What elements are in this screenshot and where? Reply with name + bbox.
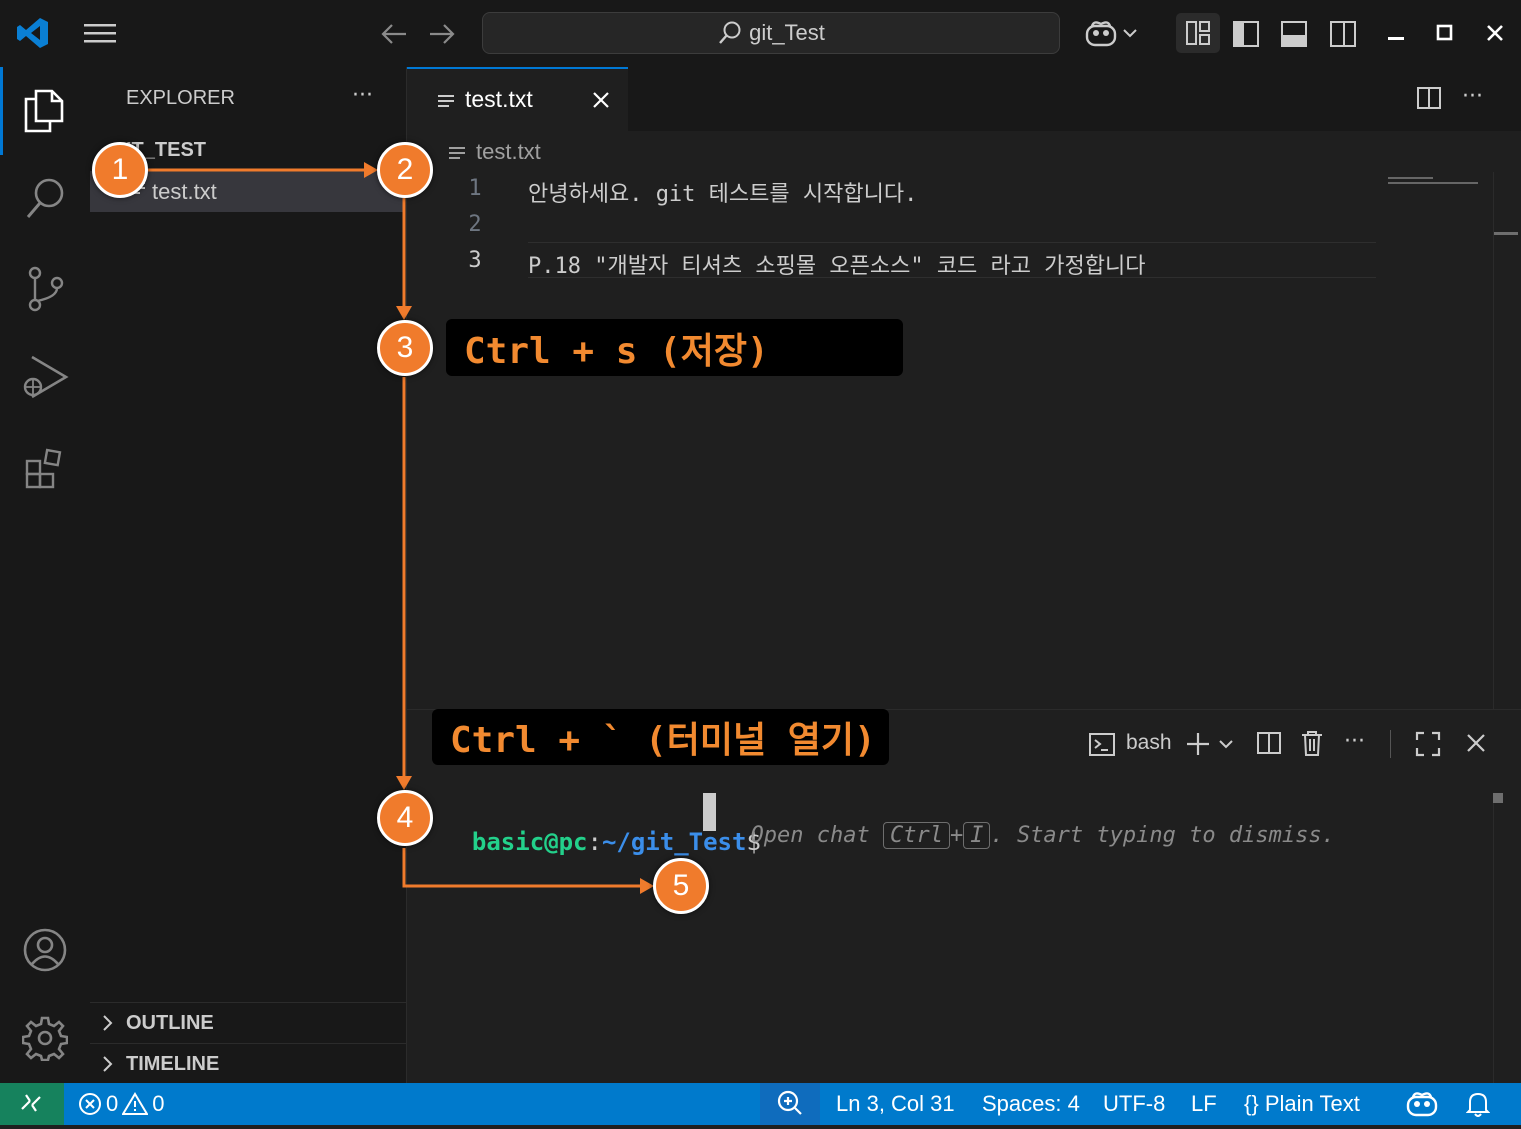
end-of-line[interactable]: LF <box>1191 1091 1217 1117</box>
encoding[interactable]: UTF-8 <box>1103 1091 1165 1117</box>
step-2-marker: 2 <box>377 142 433 198</box>
zoom-button[interactable] <box>760 1083 820 1125</box>
callout-open-terminal: Ctrl + ` (터미널 열기) <box>432 709 889 765</box>
notifications-bell-icon[interactable] <box>1466 1090 1490 1118</box>
warning-count: 0 <box>152 1091 165 1116</box>
error-count: 0 <box>106 1091 119 1116</box>
step-1-marker: 1 <box>92 142 148 198</box>
remote-indicator[interactable] <box>0 1083 64 1125</box>
cursor-position[interactable]: Ln 3, Col 31 <box>836 1091 955 1117</box>
warning-icon <box>122 1092 149 1115</box>
remote-icon <box>21 1094 41 1112</box>
step-3-marker: 3 <box>377 320 433 376</box>
language-mode[interactable]: {} Plain Text <box>1244 1091 1360 1117</box>
language-label: Plain Text <box>1264 1091 1360 1116</box>
error-icon <box>79 1093 101 1115</box>
braces-icon: {} <box>1244 1091 1259 1116</box>
copilot-status-icon[interactable] <box>1405 1089 1439 1119</box>
annotation-arrows <box>146 162 654 894</box>
step-4-marker: 4 <box>377 790 433 846</box>
step-5-marker: 5 <box>653 858 709 914</box>
problems-indicator[interactable]: 0 0 <box>78 1090 165 1118</box>
callout-save: Ctrl + s (저장) <box>446 319 903 376</box>
zoom-in-icon <box>777 1090 802 1115</box>
indentation[interactable]: Spaces: 4 <box>982 1091 1080 1117</box>
